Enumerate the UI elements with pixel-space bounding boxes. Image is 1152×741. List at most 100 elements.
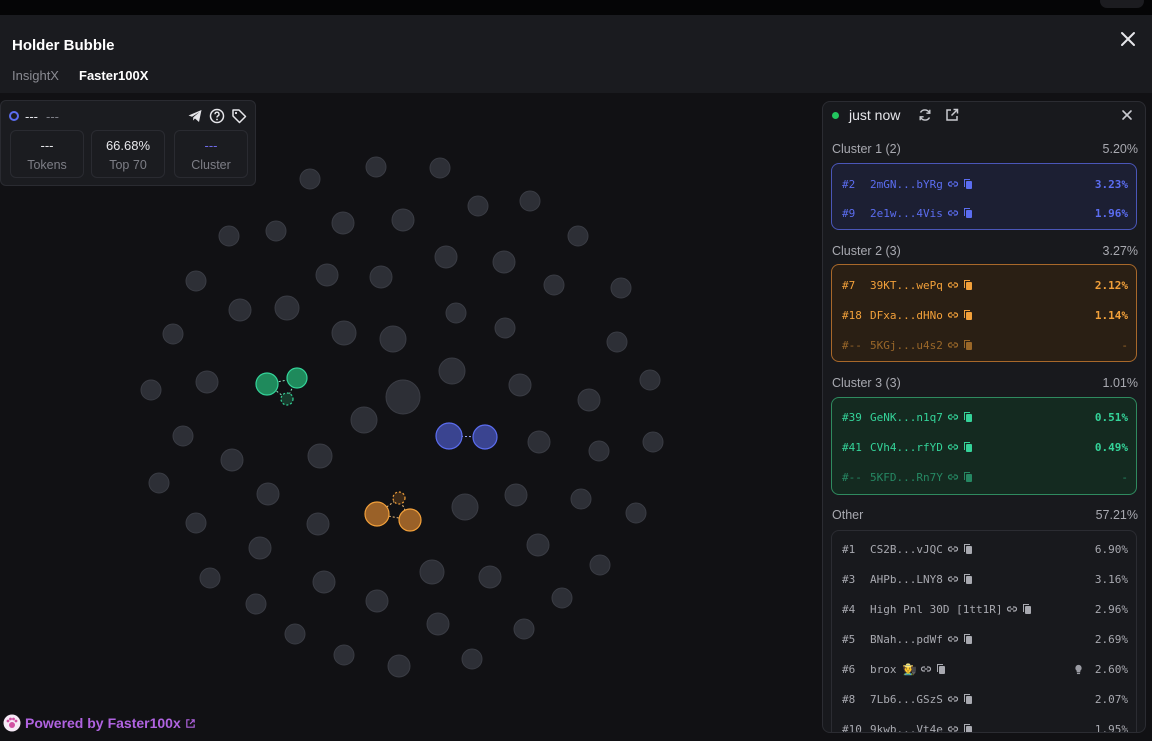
holder-bubble[interactable] — [307, 443, 333, 469]
holder-bubble[interactable] — [567, 225, 589, 247]
holder-address[interactable]: CS2B...vJQC — [870, 543, 943, 556]
holder-bubble[interactable] — [391, 208, 415, 232]
cluster-2-bubble[interactable] — [392, 491, 406, 505]
cluster-2-bubble[interactable] — [364, 501, 390, 527]
holder-address[interactable]: 5KGj...u4s2 — [870, 339, 943, 352]
holder-bubble[interactable] — [148, 472, 170, 494]
holder-bubble[interactable] — [639, 369, 661, 391]
cluster-2-bubble[interactable] — [398, 508, 422, 532]
holder-bubble[interactable] — [365, 589, 389, 613]
link-icon[interactable] — [947, 573, 959, 585]
link-icon[interactable] — [947, 411, 959, 423]
cluster-3-bubble[interactable] — [255, 372, 279, 396]
holder-address[interactable]: High Pnl 30D [1tt1R] — [870, 603, 1002, 616]
holder-bubble[interactable] — [199, 567, 221, 589]
tab-faster100x[interactable]: Faster100X — [79, 68, 148, 83]
holder-row[interactable]: #4 High Pnl 30D [1tt1R] 2.96% — [842, 599, 1128, 619]
holder-bubble[interactable] — [451, 493, 479, 521]
bulb-icon[interactable] — [1073, 664, 1084, 675]
holder-bubble[interactable] — [256, 482, 280, 506]
copy-icon[interactable] — [962, 441, 974, 453]
copy-icon[interactable] — [962, 573, 974, 585]
telegram-icon[interactable] — [187, 108, 203, 124]
holder-bubble[interactable] — [312, 570, 336, 594]
holder-row[interactable]: #9 2e1w...4Vis 1.96% — [842, 203, 1128, 223]
close-icon[interactable] — [1119, 107, 1135, 123]
holder-bubble[interactable] — [526, 533, 550, 557]
holder-address[interactable]: BNah...pdWf — [870, 633, 943, 646]
holder-bubble[interactable] — [315, 263, 339, 287]
holder-bubble[interactable] — [162, 323, 184, 345]
holder-address[interactable]: AHPb...LNY8 — [870, 573, 943, 586]
refresh-icon[interactable] — [917, 107, 933, 123]
holder-row[interactable]: #1 CS2B...vJQC 6.90% — [842, 539, 1128, 559]
tab-insightx[interactable]: InsightX — [12, 68, 59, 83]
holder-bubble[interactable] — [461, 648, 483, 670]
holder-bubble[interactable] — [172, 425, 194, 447]
copy-icon[interactable] — [962, 723, 974, 733]
link-icon[interactable] — [947, 693, 959, 705]
link-icon[interactable] — [947, 723, 959, 733]
copy-icon[interactable] — [962, 207, 974, 219]
holder-bubble[interactable] — [519, 190, 541, 212]
holder-bubble[interactable] — [140, 379, 162, 401]
bubble-map[interactable]: --- --- --- Tokens 66.68% Top 70 --- Clu… — [0, 93, 1152, 741]
copy-icon[interactable] — [962, 411, 974, 423]
holder-address[interactable]: 7Lb6...GSzS — [870, 693, 943, 706]
holder-bubble[interactable] — [429, 157, 451, 179]
copy-icon[interactable] — [1021, 603, 1033, 615]
holder-bubble[interactable] — [350, 406, 378, 434]
holder-bubble[interactable] — [589, 554, 611, 576]
holder-bubble[interactable] — [577, 388, 601, 412]
holder-row[interactable]: #8 7Lb6...GSzS 2.07% — [842, 689, 1128, 709]
holder-bubble[interactable] — [467, 195, 489, 217]
cluster-3-bubble[interactable] — [280, 392, 294, 406]
holder-row[interactable]: #3 AHPb...LNY8 3.16% — [842, 569, 1128, 589]
holder-bubble[interactable] — [387, 654, 411, 678]
holder-row[interactable]: #-- 5KGj...u4s2 - — [842, 335, 1128, 355]
cluster-1-bubble[interactable] — [472, 424, 498, 450]
holder-bubble[interactable] — [248, 536, 272, 560]
link-icon[interactable] — [1006, 603, 1018, 615]
holder-row[interactable]: #10 9kwb...Vt4e 1.95% — [842, 719, 1128, 733]
link-icon[interactable] — [947, 633, 959, 645]
holder-bubble[interactable] — [478, 565, 502, 589]
help-icon[interactable] — [209, 108, 225, 124]
holder-bubble[interactable] — [306, 512, 330, 536]
holder-address[interactable]: CVh4...rfYD — [870, 441, 943, 454]
holder-bubble[interactable] — [438, 357, 466, 385]
holder-bubble[interactable] — [185, 270, 207, 292]
holder-bubble[interactable] — [195, 370, 219, 394]
holder-bubble[interactable] — [625, 502, 647, 524]
holder-address[interactable]: DFxa...dHNo — [870, 309, 943, 322]
holder-address[interactable]: 9kwb...Vt4e — [870, 723, 943, 733]
copy-icon[interactable] — [962, 339, 974, 351]
holder-bubble[interactable] — [494, 317, 516, 339]
link-icon[interactable] — [947, 178, 959, 190]
holder-bubble[interactable] — [527, 430, 551, 454]
link-icon[interactable] — [947, 207, 959, 219]
link-icon[interactable] — [920, 663, 932, 675]
holder-address[interactable]: brox — [870, 663, 897, 676]
holder-bubble[interactable] — [379, 325, 407, 353]
cluster-1-bubble[interactable] — [435, 422, 463, 450]
tag-icon[interactable] — [231, 108, 247, 124]
copy-icon[interactable] — [962, 543, 974, 555]
holder-row[interactable]: #6 brox 🧑‍🌾 2.60% — [842, 659, 1128, 679]
link-icon[interactable] — [947, 543, 959, 555]
holder-bubble[interactable] — [299, 168, 321, 190]
copy-icon[interactable] — [962, 279, 974, 291]
holder-bubble[interactable] — [642, 431, 664, 453]
link-icon[interactable] — [947, 309, 959, 321]
cluster-3-bubble[interactable] — [286, 367, 308, 389]
holder-bubble[interactable] — [220, 448, 244, 472]
holder-bubble[interactable] — [508, 373, 532, 397]
link-icon[interactable] — [947, 279, 959, 291]
holder-bubble[interactable] — [610, 277, 632, 299]
holder-bubble[interactable] — [331, 320, 357, 346]
holder-bubble[interactable] — [369, 265, 393, 289]
holder-row[interactable]: #7 39KT...wePq 2.12% — [842, 275, 1128, 295]
holder-bubble[interactable] — [284, 623, 306, 645]
holder-row[interactable]: #2 2mGN...bYRg 3.23% — [842, 174, 1128, 194]
holder-bubble[interactable] — [185, 512, 207, 534]
